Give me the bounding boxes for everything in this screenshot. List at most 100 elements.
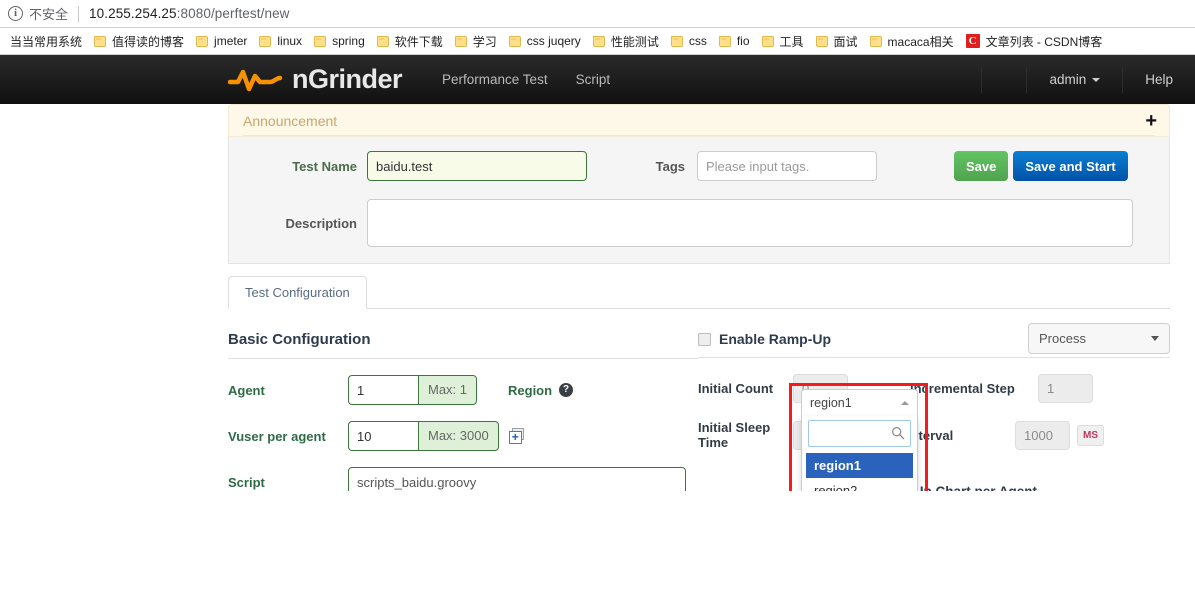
vuser-spinner[interactable]: Max: 3000 — [348, 421, 499, 451]
description-textarea[interactable] — [367, 199, 1133, 247]
browser-chrome: i 不安全 10.255.254.25:8080/perftest/new 当当… — [0, 0, 1195, 55]
enable-rampup-checkbox[interactable] — [698, 332, 711, 346]
basic-configuration-column: Basic Configuration Agent Max: 1 Region … — [228, 331, 928, 491]
interval-input[interactable] — [1015, 420, 1070, 450]
folder-icon — [508, 35, 521, 47]
basic-config-title: Basic Configuration — [228, 331, 371, 348]
incremental-step-input[interactable] — [1038, 374, 1093, 403]
folder-icon — [94, 35, 107, 47]
bookmark-label: 学习 — [472, 34, 497, 49]
security-status-label: 不安全 — [29, 7, 69, 22]
bookmark-item[interactable]: spring — [308, 31, 371, 52]
tags-label: Tags — [655, 158, 685, 174]
tab-test-configuration[interactable]: Test Configuration — [228, 276, 367, 309]
nav-link-performance-test[interactable]: Performance Test — [428, 55, 562, 104]
folder-icon — [454, 35, 467, 47]
vuser-input[interactable] — [348, 421, 418, 451]
announcement-title: Announcement — [243, 112, 338, 129]
monitor-icon[interactable] — [981, 66, 1026, 93]
rampup-type-select[interactable]: Process — [1028, 323, 1170, 354]
region-selected-value: region1 — [810, 396, 852, 410]
save-and-start-button[interactable]: Save and Start — [1013, 151, 1128, 181]
bookmark-label: 文章列表 - CSDN博客 — [985, 34, 1103, 49]
announcement-bar[interactable]: Announcement + — [228, 104, 1170, 137]
bookmark-item[interactable]: css juqery — [503, 31, 587, 52]
region-select[interactable]: region1 region1 region2 — [801, 389, 918, 491]
rampup-chart-title: Vuser Ramp-Up Chart per Agent — [698, 484, 1170, 491]
description-label: Description — [285, 215, 357, 231]
test-name-label: Test Name — [292, 158, 357, 174]
vuser-max-label: Max: 3000 — [418, 421, 499, 451]
bookmark-item[interactable]: 软件下载 — [371, 31, 449, 52]
agent-row: Agent Max: 1 Region ? — [228, 375, 698, 405]
folder-icon — [761, 35, 774, 47]
region-option-region1[interactable]: region1 — [806, 453, 913, 478]
chevron-down-icon — [1092, 77, 1101, 82]
bookmark-label: 值得读的博客 — [112, 34, 185, 49]
announcement-rule — [243, 135, 1155, 136]
csdn-icon: C — [965, 34, 980, 48]
bookmark-item[interactable]: 面试 — [810, 31, 864, 52]
initial-count-label: Initial Count — [698, 381, 774, 396]
help-label: Help — [1145, 72, 1173, 87]
url-text[interactable]: 10.255.254.25:8080/perftest/new — [89, 6, 290, 21]
folder-icon — [196, 35, 209, 47]
copy-plus-icon[interactable]: + — [508, 428, 525, 444]
agent-spinner[interactable]: Max: 1 — [348, 375, 478, 405]
region-label-group: Region ? — [508, 383, 574, 398]
interval-label: Interval — [907, 427, 954, 443]
help-link[interactable]: Help — [1122, 66, 1195, 93]
url-path: :8080/perftest/new — [176, 6, 290, 21]
region-select-dropdown: region1 region2 region3 — [801, 416, 918, 491]
url-host: 10.255.254.25 — [89, 6, 177, 21]
bookmark-label: jmeter — [214, 34, 248, 48]
brand-logo[interactable]: nGrinder — [228, 64, 403, 95]
bookmark-item[interactable]: 值得读的博客 — [88, 31, 190, 52]
region-search-wrapper[interactable] — [808, 420, 911, 447]
bookmark-label: spring — [332, 34, 365, 48]
bookmark-label: 工具 — [779, 34, 804, 49]
plus-icon[interactable]: + — [1145, 111, 1157, 131]
ngrinder-wave-icon — [228, 69, 283, 91]
rampup-column: Enable Ramp-Up Process Initial Count Inc… — [698, 323, 1170, 491]
region-option-region2[interactable]: region2 — [806, 478, 913, 491]
script-input[interactable] — [348, 467, 686, 491]
bookmark-item[interactable]: jmeter — [190, 31, 253, 52]
rampup-type-value: Process — [1039, 331, 1086, 346]
folder-icon — [718, 35, 731, 47]
test-meta-panel: Test Name Tags Save Save and Start Descr… — [228, 137, 1170, 264]
bookmark-label: linux — [277, 34, 303, 48]
question-mark-icon[interactable]: ? — [559, 383, 574, 397]
user-menu[interactable]: admin — [1026, 66, 1122, 93]
bookmark-item[interactable]: linux — [253, 31, 308, 52]
agent-input[interactable] — [348, 375, 418, 405]
bookmark-item[interactable]: 当当常用系统 — [4, 31, 88, 52]
agent-label: Agent — [228, 382, 265, 398]
bookmark-item[interactable]: C 文章列表 - CSDN博客 — [960, 31, 1109, 52]
region-search-input[interactable] — [808, 420, 911, 447]
save-button[interactable]: Save — [954, 151, 1009, 181]
bookmark-item[interactable]: 学习 — [449, 31, 503, 52]
initial-count-row: Initial Count Incremental Step — [698, 374, 1170, 403]
content-container: Announcement + Test Name Tags Save Save … — [228, 104, 1170, 491]
test-name-input[interactable] — [367, 151, 587, 181]
bookmarks-bar[interactable]: 当当常用系统 值得读的博客 jmeter linux spring 软件下载 学习 css j… — [0, 28, 1195, 55]
description-row: Description — [229, 199, 1169, 247]
bookmark-item[interactable]: macaca相关 — [864, 31, 960, 52]
brand-name: nGrinder — [292, 64, 403, 94]
folder-icon — [869, 35, 882, 47]
tab-bar: Test Configuration — [228, 276, 1170, 309]
region-select-head[interactable]: region1 — [801, 389, 918, 416]
basic-config-divider — [228, 358, 698, 359]
bookmark-item[interactable]: fio — [713, 31, 756, 52]
nav-link-script[interactable]: Script — [562, 55, 625, 104]
bookmark-item[interactable]: 性能测试 — [587, 31, 665, 52]
info-circle-icon[interactable]: i — [8, 6, 23, 21]
folder-icon — [376, 35, 389, 47]
incremental-step-label: Incremental Step — [910, 381, 1015, 396]
tags-input[interactable] — [697, 151, 877, 181]
omnibox[interactable]: i 不安全 10.255.254.25:8080/perftest/new — [0, 0, 1195, 28]
bookmark-item[interactable]: 工具 — [756, 31, 810, 52]
global-nav-bar: nGrinder Performance Test Script admin H… — [0, 55, 1195, 104]
bookmark-item[interactable]: css — [665, 31, 713, 52]
